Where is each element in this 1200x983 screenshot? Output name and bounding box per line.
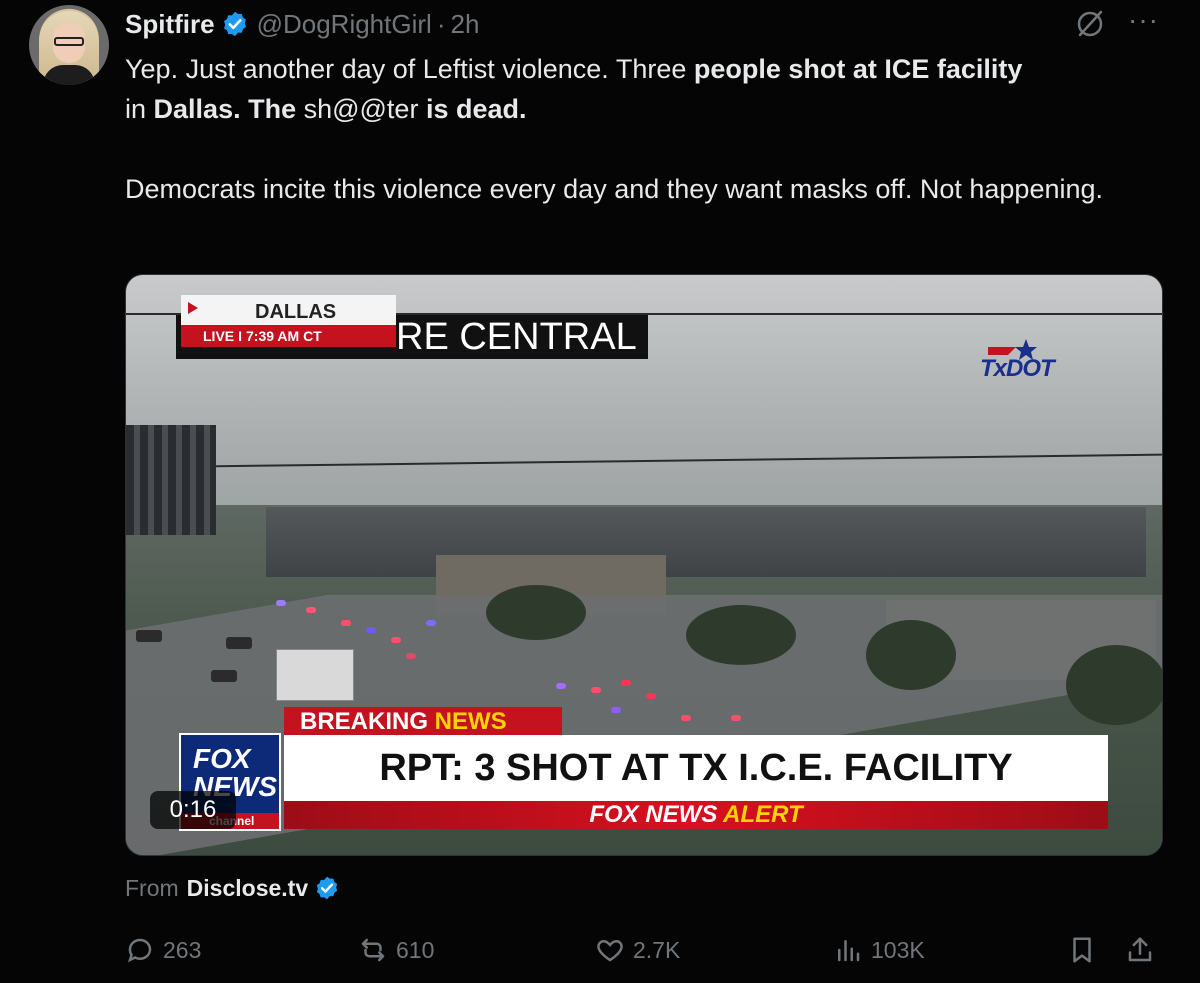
analytics-icon [838,940,860,962]
video-player[interactable]: TxDOT RE CENTRAL DALLAS LIVE I 7:39 AM CT … [125,274,1163,856]
fox-news-alert-bar: FOX NEWS ALERT [284,801,1108,829]
tweet-paragraph-1: Yep. Just another day of Leftist violenc… [125,49,1165,129]
siren-light [556,683,566,689]
text-segment: sh@@ter [296,94,426,124]
tweet-paragraph-2: Democrats incite this violence every day… [125,174,1104,204]
siren-light [611,707,621,713]
siren-light [681,715,691,721]
alert-brand: FOX NEWS [589,801,724,828]
siren-light [591,687,601,693]
car [136,630,162,642]
siren-light [621,680,631,686]
siren-light [646,693,656,699]
siren-light [406,653,416,659]
car [211,670,237,682]
video-source: From Disclose.tv [125,872,340,904]
tweet-header: Spitfire @DogRightGirl · 2h [125,6,479,42]
repost-button[interactable]: 610 [358,930,434,970]
view-count: 103K [871,936,925,963]
share-icon [1128,937,1152,962]
alert-label: ALERT [723,801,803,828]
avatar-glasses [54,37,84,46]
siren-light [731,715,741,721]
text-segment-bold: is dead. [425,94,527,124]
author-handle[interactable]: @DogRightGirl [257,9,432,40]
news-headline: RPT: 3 SHOT AT TX I.C.E. FACILITY [284,735,1108,801]
reply-button[interactable]: 263 [125,930,201,970]
text-segment: Yep. Just another day of Leftist violenc… [125,54,694,84]
live-separator: I [238,328,243,344]
like-button[interactable]: 2.7K [595,930,680,970]
breaking-news-tag: BREAKING NEWS [284,707,562,737]
bookmark-button[interactable] [1067,930,1105,970]
source-name[interactable]: Disclose.tv [187,875,308,902]
car [226,637,252,649]
txdot-logo: TxDOT [980,355,1055,382]
siren-light [391,637,401,643]
heart-icon [597,939,623,962]
repost-icon [361,938,385,962]
live-label: LIVE [203,328,235,344]
logo-line-1: FOX [193,743,251,774]
reply-count: 263 [163,936,202,963]
share-button[interactable] [1125,930,1163,970]
siren-light [366,627,376,633]
siren-light [426,620,436,626]
breaking-label: BREAKING [300,708,435,735]
location-triangle-icon [188,302,198,314]
avatar[interactable] [29,5,109,85]
timestamp[interactable]: 2h [450,9,479,40]
live-time: 7:39 AM CT [246,328,322,344]
action-bar: 263 610 2.7K 103K [125,930,1170,970]
author-name[interactable]: Spitfire [125,9,215,40]
siren-light [276,600,286,606]
text-segment-bold: people shot at ICE facility [693,54,1023,84]
more-options-icon[interactable]: ··· [1128,6,1164,38]
verified-badge-icon [223,11,246,37]
tweet-text: Yep. Just another day of Leftist violenc… [125,49,1165,209]
siren-light [306,607,316,613]
reply-icon [127,938,152,963]
like-count: 2.7K [633,936,681,963]
text-segment-bold: Dallas. The [153,94,297,124]
bookmark-icon [1073,937,1091,963]
siren-light [341,620,351,626]
from-label: From [125,874,179,901]
views-button[interactable]: 103K [833,930,925,970]
video-duration: 0:16 [150,791,236,829]
grok-icon[interactable] [1074,8,1106,40]
text-segment: in [125,94,154,124]
repost-count: 610 [396,936,435,963]
location-label: DALLAS [255,301,337,323]
live-bar: LIVE I 7:39 AM CT [181,325,396,347]
news-label: NEWS [434,708,507,735]
separator-dot: · [436,8,446,39]
verified-badge-icon [316,876,338,900]
